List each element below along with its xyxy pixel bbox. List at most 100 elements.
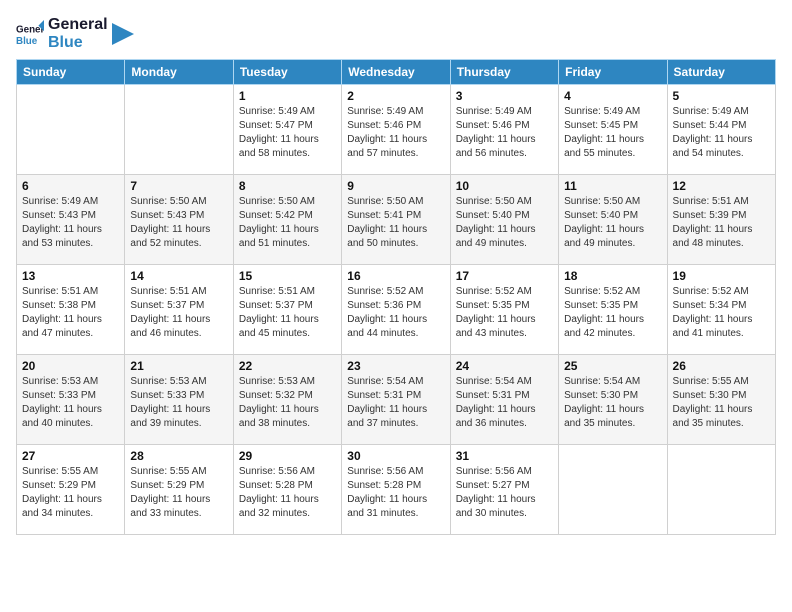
day-detail: Sunrise: 5:49 AM Sunset: 5:46 PM Dayligh…	[347, 105, 444, 161]
day-detail: Sunrise: 5:56 AM Sunset: 5:28 PM Dayligh…	[239, 465, 336, 521]
day-of-week-header: Thursday	[450, 60, 558, 85]
day-of-week-header: Tuesday	[233, 60, 341, 85]
day-number: 28	[130, 449, 227, 463]
day-detail: Sunrise: 5:50 AM Sunset: 5:42 PM Dayligh…	[239, 195, 336, 251]
day-number: 17	[456, 269, 553, 283]
logo-icon: General Blue	[16, 20, 44, 48]
calendar-day-cell: 16 Sunrise: 5:52 AM Sunset: 5:36 PM Dayli…	[342, 265, 450, 355]
day-detail: Sunrise: 5:55 AM Sunset: 5:29 PM Dayligh…	[130, 465, 227, 521]
day-number: 25	[564, 359, 661, 373]
day-number: 20	[22, 359, 119, 373]
day-detail: Sunrise: 5:51 AM Sunset: 5:37 PM Dayligh…	[239, 285, 336, 341]
day-number: 3	[456, 89, 553, 103]
calendar-day-cell: 2 Sunrise: 5:49 AM Sunset: 5:46 PM Daylig…	[342, 85, 450, 175]
day-detail: Sunrise: 5:51 AM Sunset: 5:38 PM Dayligh…	[22, 285, 119, 341]
day-number: 23	[347, 359, 444, 373]
day-detail: Sunrise: 5:52 AM Sunset: 5:35 PM Dayligh…	[564, 285, 661, 341]
day-detail: Sunrise: 5:50 AM Sunset: 5:40 PM Dayligh…	[456, 195, 553, 251]
day-number: 2	[347, 89, 444, 103]
calendar-week-row: 13 Sunrise: 5:51 AM Sunset: 5:38 PM Dayli…	[17, 265, 776, 355]
day-detail: Sunrise: 5:56 AM Sunset: 5:28 PM Dayligh…	[347, 465, 444, 521]
day-number: 6	[22, 179, 119, 193]
day-of-week-header: Friday	[559, 60, 667, 85]
day-detail: Sunrise: 5:50 AM Sunset: 5:43 PM Dayligh…	[130, 195, 227, 251]
day-of-week-header: Monday	[125, 60, 233, 85]
calendar-day-cell: 18Sunrise: 5:52 AM Sunset: 5:35 PM Dayli…	[559, 265, 667, 355]
day-number: 4	[564, 89, 661, 103]
calendar-day-cell: 30 Sunrise: 5:56 AM Sunset: 5:28 PM Dayli…	[342, 445, 450, 535]
calendar-day-cell: 27 Sunrise: 5:55 AM Sunset: 5:29 PM Dayli…	[17, 445, 125, 535]
day-detail: Sunrise: 5:51 AM Sunset: 5:37 PM Dayligh…	[130, 285, 227, 341]
day-number: 26	[673, 359, 770, 373]
day-detail: Sunrise: 5:52 AM Sunset: 5:36 PM Dayligh…	[347, 285, 444, 341]
day-detail: Sunrise: 5:54 AM Sunset: 5:30 PM Dayligh…	[564, 375, 661, 431]
calendar-day-cell: 23 Sunrise: 5:54 AM Sunset: 5:31 PM Dayli…	[342, 355, 450, 445]
day-number: 15	[239, 269, 336, 283]
calendar-day-cell: 1 Sunrise: 5:49 AM Sunset: 5:47 PM Daylig…	[233, 85, 341, 175]
calendar-day-cell: 22Sunrise: 5:53 AM Sunset: 5:32 PM Dayli…	[233, 355, 341, 445]
calendar-day-cell: 13 Sunrise: 5:51 AM Sunset: 5:38 PM Dayli…	[17, 265, 125, 355]
day-number: 30	[347, 449, 444, 463]
day-detail: Sunrise: 5:50 AM Sunset: 5:40 PM Dayligh…	[564, 195, 661, 251]
day-detail: Sunrise: 5:52 AM Sunset: 5:35 PM Dayligh…	[456, 285, 553, 341]
day-number: 24	[456, 359, 553, 373]
calendar-day-cell: 31 Sunrise: 5:56 AM Sunset: 5:27 PM Dayli…	[450, 445, 558, 535]
day-detail: Sunrise: 5:55 AM Sunset: 5:29 PM Dayligh…	[22, 465, 119, 521]
calendar-table: SundayMondayTuesdayWednesdayThursdayFrid…	[16, 59, 776, 535]
calendar-day-cell: 8Sunrise: 5:50 AM Sunset: 5:42 PM Daylig…	[233, 175, 341, 265]
day-of-week-header: Sunday	[17, 60, 125, 85]
calendar-day-cell: 29Sunrise: 5:56 AM Sunset: 5:28 PM Dayli…	[233, 445, 341, 535]
day-detail: Sunrise: 5:53 AM Sunset: 5:33 PM Dayligh…	[130, 375, 227, 431]
calendar-week-row: 1 Sunrise: 5:49 AM Sunset: 5:47 PM Daylig…	[17, 85, 776, 175]
calendar-day-cell	[125, 85, 233, 175]
day-detail: Sunrise: 5:49 AM Sunset: 5:46 PM Dayligh…	[456, 105, 553, 161]
calendar-day-cell: 26 Sunrise: 5:55 AM Sunset: 5:30 PM Dayli…	[667, 355, 775, 445]
day-detail: Sunrise: 5:52 AM Sunset: 5:34 PM Dayligh…	[673, 285, 770, 341]
day-number: 9	[347, 179, 444, 193]
logo-general: General	[48, 16, 108, 34]
logo: General Blue General Blue	[16, 16, 134, 51]
calendar-day-cell: 3 Sunrise: 5:49 AM Sunset: 5:46 PM Daylig…	[450, 85, 558, 175]
day-number: 21	[130, 359, 227, 373]
calendar-day-cell: 21 Sunrise: 5:53 AM Sunset: 5:33 PM Dayli…	[125, 355, 233, 445]
day-detail: Sunrise: 5:49 AM Sunset: 5:44 PM Dayligh…	[673, 105, 770, 161]
day-detail: Sunrise: 5:51 AM Sunset: 5:39 PM Dayligh…	[673, 195, 770, 251]
day-detail: Sunrise: 5:54 AM Sunset: 5:31 PM Dayligh…	[347, 375, 444, 431]
calendar-day-cell: 15 Sunrise: 5:51 AM Sunset: 5:37 PM Dayli…	[233, 265, 341, 355]
calendar-day-cell: 28 Sunrise: 5:55 AM Sunset: 5:29 PM Dayli…	[125, 445, 233, 535]
day-number: 31	[456, 449, 553, 463]
day-number: 22	[239, 359, 336, 373]
calendar-day-cell: 4 Sunrise: 5:49 AM Sunset: 5:45 PM Daylig…	[559, 85, 667, 175]
day-number: 5	[673, 89, 770, 103]
logo-blue: Blue	[48, 34, 108, 52]
calendar-day-cell: 24 Sunrise: 5:54 AM Sunset: 5:31 PM Dayli…	[450, 355, 558, 445]
calendar-day-cell: 7Sunrise: 5:50 AM Sunset: 5:43 PM Daylig…	[125, 175, 233, 265]
day-number: 1	[239, 89, 336, 103]
calendar-day-cell: 19Sunrise: 5:52 AM Sunset: 5:34 PM Dayli…	[667, 265, 775, 355]
day-detail: Sunrise: 5:54 AM Sunset: 5:31 PM Dayligh…	[456, 375, 553, 431]
calendar-day-cell: 25 Sunrise: 5:54 AM Sunset: 5:30 PM Dayli…	[559, 355, 667, 445]
day-of-week-header: Saturday	[667, 60, 775, 85]
calendar-day-cell: 11 Sunrise: 5:50 AM Sunset: 5:40 PM Dayli…	[559, 175, 667, 265]
calendar-day-cell: 5 Sunrise: 5:49 AM Sunset: 5:44 PM Daylig…	[667, 85, 775, 175]
day-detail: Sunrise: 5:55 AM Sunset: 5:30 PM Dayligh…	[673, 375, 770, 431]
day-detail: Sunrise: 5:56 AM Sunset: 5:27 PM Dayligh…	[456, 465, 553, 521]
calendar-day-cell	[667, 445, 775, 535]
calendar-header-row: SundayMondayTuesdayWednesdayThursdayFrid…	[17, 60, 776, 85]
day-number: 13	[22, 269, 119, 283]
calendar-day-cell: 17 Sunrise: 5:52 AM Sunset: 5:35 PM Dayli…	[450, 265, 558, 355]
calendar-day-cell: 10Sunrise: 5:50 AM Sunset: 5:40 PM Dayli…	[450, 175, 558, 265]
logo-arrow-icon	[112, 23, 134, 45]
day-detail: Sunrise: 5:49 AM Sunset: 5:45 PM Dayligh…	[564, 105, 661, 161]
day-detail: Sunrise: 5:49 AM Sunset: 5:43 PM Dayligh…	[22, 195, 119, 251]
calendar-week-row: 6 Sunrise: 5:49 AM Sunset: 5:43 PM Daylig…	[17, 175, 776, 265]
calendar-day-cell: 20 Sunrise: 5:53 AM Sunset: 5:33 PM Dayli…	[17, 355, 125, 445]
day-number: 16	[347, 269, 444, 283]
day-number: 14	[130, 269, 227, 283]
calendar-week-row: 27 Sunrise: 5:55 AM Sunset: 5:29 PM Dayli…	[17, 445, 776, 535]
day-detail: Sunrise: 5:49 AM Sunset: 5:47 PM Dayligh…	[239, 105, 336, 161]
day-detail: Sunrise: 5:53 AM Sunset: 5:33 PM Dayligh…	[22, 375, 119, 431]
day-number: 11	[564, 179, 661, 193]
calendar-day-cell	[17, 85, 125, 175]
day-number: 27	[22, 449, 119, 463]
